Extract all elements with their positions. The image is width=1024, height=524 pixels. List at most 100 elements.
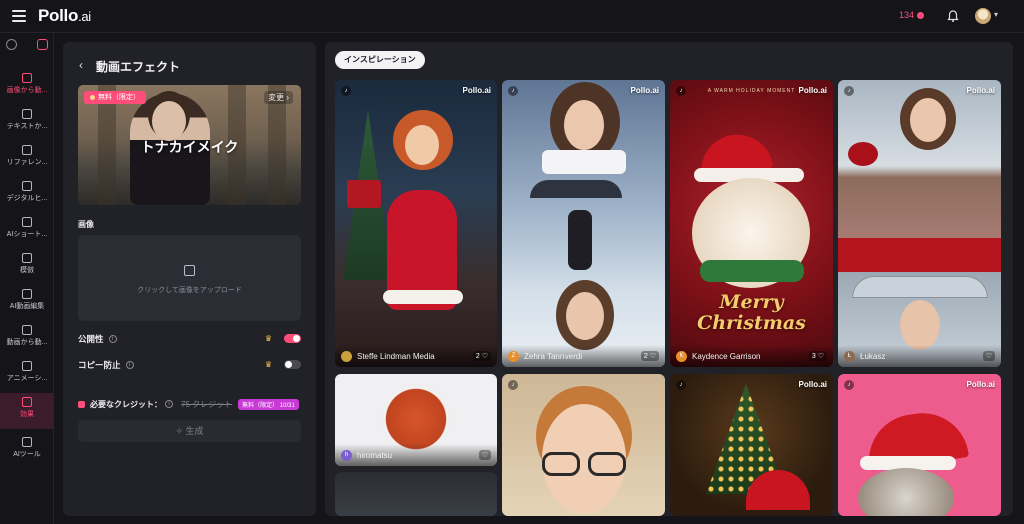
inspiration-gallery: インスピレーション ♪ Pollo.ai Steffe Lindman Medi… (325, 42, 1013, 516)
bell-icon[interactable] (946, 9, 960, 23)
animation-icon (22, 361, 32, 371)
sidebar-item-label: 動画から動... (6, 339, 48, 346)
page-title: 動画エフェクト (96, 60, 181, 74)
video-to-video-icon (22, 325, 32, 335)
copy-protect-toggle[interactable] (284, 360, 301, 369)
free-limited-chip: 無料（限定） 10/31 (238, 398, 299, 410)
glasses-left (542, 452, 580, 476)
watermark: Pollo.ai (462, 86, 491, 95)
effect-panel: ‹ 動画エフェクト 無料（限定） 変更 › トナカイメイク 画像 クリックして画… (63, 42, 316, 516)
back-arrow-icon[interactable]: ‹ (79, 58, 83, 72)
sidebar-item-image-to-video[interactable]: 画像から動... (0, 69, 54, 105)
card-footer: h hiromatsu ♡ (335, 444, 497, 466)
crown-icon: ♛ (264, 334, 272, 343)
mode-switch (6, 39, 48, 53)
toggle-knob (293, 335, 300, 342)
like-count: 3 (811, 353, 816, 360)
green-scarf (700, 260, 804, 282)
image-mode-icon[interactable] (6, 39, 17, 50)
watermark: Pollo.ai (630, 86, 659, 95)
gallery-card[interactable]: ♪ Pollo.ai Ł Łukasz ♡ (838, 80, 1001, 367)
like-button[interactable]: 3 ♡ (808, 351, 827, 361)
image-upload-area[interactable]: クリックして画像をアップロード (78, 235, 301, 321)
like-button[interactable]: 2 ♡ (640, 351, 659, 361)
user-name: Steffe Lindman Media (357, 351, 435, 361)
generate-button[interactable]: ✧ 生成 (78, 420, 301, 442)
tiktok-icon: ♪ (341, 86, 351, 96)
face (405, 125, 439, 165)
preview-person-head (152, 101, 186, 141)
watermark: Pollo.ai (966, 86, 995, 95)
gallery-card[interactable]: A WARM HOLIDAY MOMENT Merry Christmas ♪ … (670, 80, 833, 367)
public-toggle[interactable] (284, 334, 301, 343)
gallery-card[interactable]: ♪ Pollo.ai (670, 374, 833, 516)
sidebar-item-video-edit[interactable]: AI動画編集 (0, 285, 54, 321)
gallery-card[interactable]: h hiromatsu ♡ (335, 374, 497, 466)
info-icon[interactable]: i (125, 361, 134, 369)
user-avatar (341, 350, 352, 362)
sidebar-item-digital-human[interactable]: デジタルヒ... (0, 177, 54, 213)
free-badge: 無料（限定） (84, 91, 146, 104)
digital-human-icon (22, 181, 32, 191)
gift-box (347, 180, 381, 208)
like-count: 2 (643, 353, 648, 360)
gallery-card[interactable]: ♪ Pollo.ai (838, 374, 1001, 516)
watermark: Pollo.ai (798, 86, 827, 95)
sidebar-item-animation[interactable]: アニメーシ... (0, 357, 54, 393)
sidebar-item-label: デジタルヒ... (6, 195, 48, 202)
user-name: hiromatsu (357, 450, 393, 460)
face (564, 100, 604, 150)
upload-image-icon (184, 265, 195, 276)
credit-icon (78, 400, 85, 408)
menu-icon[interactable] (12, 10, 26, 22)
tiktok-icon: ♪ (508, 380, 518, 390)
scarf (542, 150, 626, 174)
gallery-card[interactable] (335, 472, 497, 516)
sidebar-item-reference[interactable]: リファレン... (0, 141, 54, 177)
logo[interactable]: Pollo.ai (38, 6, 91, 26)
crown-icon: ♛ (264, 360, 272, 369)
public-setting-row: 公開性 i ♛ (78, 332, 301, 346)
sidebar-item-ai-tools[interactable]: AIツール (0, 433, 54, 469)
user-avatar[interactable] (975, 8, 991, 24)
sidebar-item-label: テキストか... (6, 123, 48, 130)
card-footer: Ł Łukasz ♡ (838, 345, 1001, 367)
change-effect-button[interactable]: 変更 › (264, 91, 293, 104)
video-edit-icon (22, 289, 32, 299)
effect-preview[interactable]: 無料（限定） 変更 › トナカイメイク (78, 85, 301, 205)
tab-inspiration[interactable]: インスピレーション (335, 51, 425, 69)
gallery-card[interactable]: ♪ Pollo.ai Z Zehra Tanrıverdi 2 ♡ (502, 80, 665, 367)
gallery-card[interactable]: ♪ (502, 374, 665, 516)
public-label: 公開性 (78, 334, 104, 344)
like-button[interactable]: ♡ (982, 351, 995, 361)
sidebar-item-text-to-video[interactable]: テキストか... (0, 105, 54, 141)
video-mode-icon[interactable] (37, 39, 48, 50)
card-caption: Merry Christmas (697, 291, 806, 334)
info-icon[interactable]: i (108, 335, 117, 343)
like-button[interactable]: 2 ♡ (472, 351, 491, 361)
umbrella (530, 180, 622, 198)
credits-required-row: 必要なクレジット： i 75 クレジット 無料（限定） 10/31 (78, 397, 301, 411)
image-video-icon (22, 73, 32, 83)
user-avatar: Z (508, 350, 519, 362)
copy-protect-row: コピー防止 i ♛ (78, 358, 301, 372)
credits-counter[interactable]: 134 (899, 10, 925, 20)
card-footer: Z Zehra Tanrıverdi 2 ♡ (502, 345, 665, 367)
watermark: Pollo.ai (798, 380, 827, 389)
sidebar-item-imitate[interactable]: 模倣 (0, 249, 54, 285)
credits-required-label: 必要なクレジット： (90, 399, 162, 409)
chevron-down-icon[interactable]: ▾ (994, 10, 998, 19)
sidebar-item-video-to-video[interactable]: 動画から動... (0, 321, 54, 357)
like-button[interactable]: ♡ (478, 450, 491, 460)
sidebar-item-effects[interactable]: 効果 (0, 393, 54, 429)
sidebar-item-label: AIショート... (6, 231, 48, 238)
info-icon[interactable]: i (165, 400, 173, 408)
image-section-label: 画像 (78, 220, 94, 229)
imitate-icon (22, 253, 32, 263)
small-figure (568, 210, 592, 270)
face (566, 292, 604, 340)
top-bar: Pollo.ai 134 ▾ (0, 0, 1024, 33)
sidebar-item-ai-short[interactable]: AIショート... (0, 213, 54, 249)
gallery-card[interactable]: ♪ Pollo.ai Steffe Lindman Media 2 ♡ (335, 80, 497, 367)
sidebar: 画像から動... テキストか... リファレン... デジタルヒ... AIショ… (0, 33, 54, 524)
